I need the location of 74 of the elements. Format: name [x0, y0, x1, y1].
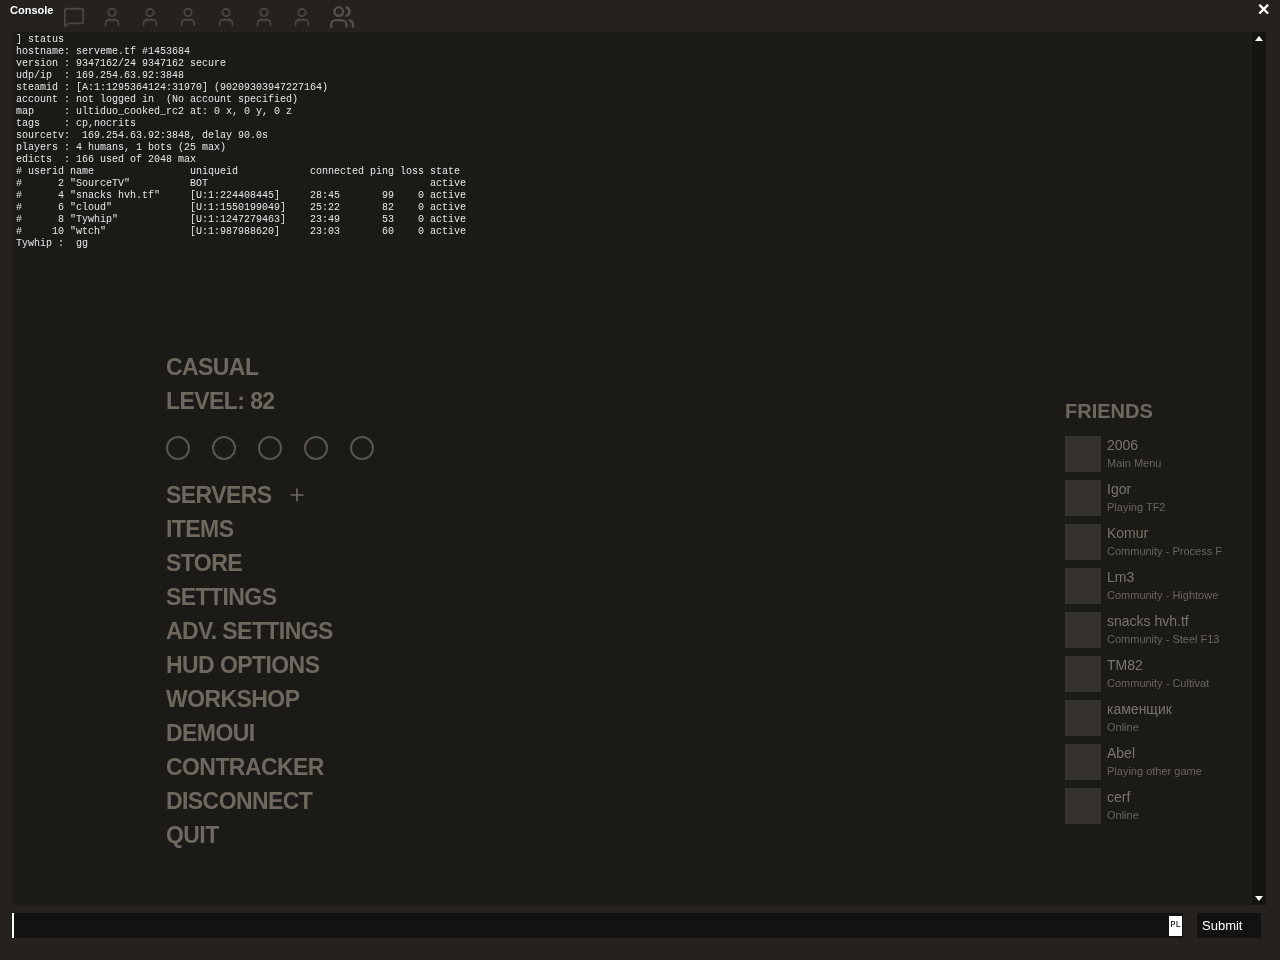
friend-status: Community - Process F [1107, 544, 1222, 559]
friend-status: Playing TF2 [1107, 500, 1166, 515]
friend-name[interactable]: Abel [1107, 744, 1202, 762]
menu-item[interactable]: ADV. SETTINGS [166, 614, 333, 648]
submit-button[interactable]: Submit [1197, 913, 1261, 938]
friend-status: Online [1107, 720, 1140, 735]
friend-name[interactable]: TM82 [1107, 656, 1210, 674]
scroll-down-icon[interactable] [1255, 896, 1263, 901]
menu-option-icon[interactable] [212, 436, 236, 460]
console-line: ] status [16, 34, 64, 46]
friend-status: Community - Steel F13 [1107, 632, 1220, 647]
friend-name[interactable]: Igor [1107, 480, 1166, 498]
console-line: account : not logged in (No account specified) [16, 94, 299, 106]
console-line: # userid name uniqueid connected ping loss state [16, 166, 461, 178]
menu-option-icon[interactable] [166, 436, 190, 460]
friends-title: FRIENDS [1065, 399, 1153, 424]
console-line: map : ultiduo_cooked_rc2 at: 0 x, 0 y, 0 z [16, 106, 293, 118]
menu-item[interactable]: QUIT [166, 818, 219, 852]
scrollbar[interactable] [1252, 32, 1266, 905]
console-line: # 10 "wtch" [U:1:987988620] 23:03 60 0 active [16, 226, 467, 238]
friend-name[interactable]: cerf [1107, 788, 1139, 806]
menu-option-icon[interactable] [258, 436, 282, 460]
friend-status: Online [1107, 808, 1139, 823]
command-input-field[interactable] [12, 913, 1170, 938]
console-line: players : 4 humans, 1 bots (25 max) [16, 142, 227, 154]
avatar-placeholder [1065, 568, 1101, 604]
friend-name[interactable]: snacks hvh.tf [1107, 612, 1220, 630]
scroll-up-icon[interactable] [1255, 36, 1263, 41]
console-line: # 2 "SourceTV" BOT active [16, 178, 467, 190]
menu-option-icon[interactable] [304, 436, 328, 460]
avatar-placeholder [1065, 436, 1101, 472]
avatar-placeholder [1065, 656, 1101, 692]
friend-status: Main Menu [1107, 456, 1162, 471]
console-line: # 6 "cloud" [U:1:1550199049] 25:22 82 0 active [16, 202, 467, 214]
menu-item[interactable]: HUD OPTIONS [166, 648, 320, 682]
menu-item[interactable]: SERVERS [166, 478, 272, 512]
console-line: # 8 "Tywhip" [U:1:1247279463] 23:49 53 0 active [16, 214, 467, 226]
close-button[interactable]: ✕ [1257, 2, 1270, 18]
menu-item[interactable]: STORE [166, 546, 242, 580]
menu-item[interactable]: CONTRACKER [166, 750, 324, 784]
menu-item[interactable]: DISCONNECT [166, 784, 313, 818]
language-badge: PL [1169, 915, 1182, 936]
menu-option-icon[interactable] [350, 436, 374, 460]
console-line: Tywhip : gg [16, 238, 88, 250]
avatar-placeholder [1065, 524, 1101, 560]
console-line: udp/ip : 169.254.63.92:3848 [16, 70, 185, 82]
friend-name[interactable]: каменщик [1107, 700, 1172, 718]
friend-name[interactable]: Komur [1107, 524, 1222, 542]
console-line: steamid : [A:1:1295364124:31970] (90209303947227164) [16, 82, 329, 94]
friend-name[interactable]: Lm3 [1107, 568, 1219, 586]
mode-label: CASUAL [166, 353, 259, 382]
menu-item[interactable]: ITEMS [166, 512, 234, 546]
console-line: # 4 "snacks hvh.tf" [U:1:224408445] 28:45 99 0 active [16, 190, 467, 202]
console-line: edicts : 166 used of 2048 max [16, 154, 197, 166]
menu-item[interactable]: SETTINGS [166, 580, 277, 614]
friend-status: Playing other game [1107, 764, 1202, 779]
friend-status: Community - Hightowe [1107, 588, 1219, 603]
avatar-placeholder [1065, 480, 1101, 516]
console-line: tags : cp,nocrits [16, 118, 137, 130]
console-line: version : 9347162/24 9347162 secure [16, 58, 227, 70]
window-title: Console [10, 3, 54, 18]
avatar-placeholder [1065, 744, 1101, 780]
menu-item[interactable]: DEMOUI [166, 716, 255, 750]
avatar-placeholder [1065, 788, 1101, 824]
friend-name[interactable]: 2006 [1107, 436, 1162, 454]
console-line: sourcetv: 169.254.63.92:3848, delay 90.0s [16, 130, 269, 142]
menu-item[interactable]: WORKSHOP [166, 682, 300, 716]
avatar-placeholder [1065, 700, 1101, 736]
console-line: hostname: serveme.tf #1453684 [16, 46, 191, 58]
level-label: LEVEL: 82 [166, 387, 275, 416]
chat-icon[interactable] [63, 6, 86, 28]
group-icon[interactable] [329, 4, 356, 30]
avatar-placeholder [1065, 612, 1101, 648]
friend-status: Community - Cultivat [1107, 676, 1210, 691]
